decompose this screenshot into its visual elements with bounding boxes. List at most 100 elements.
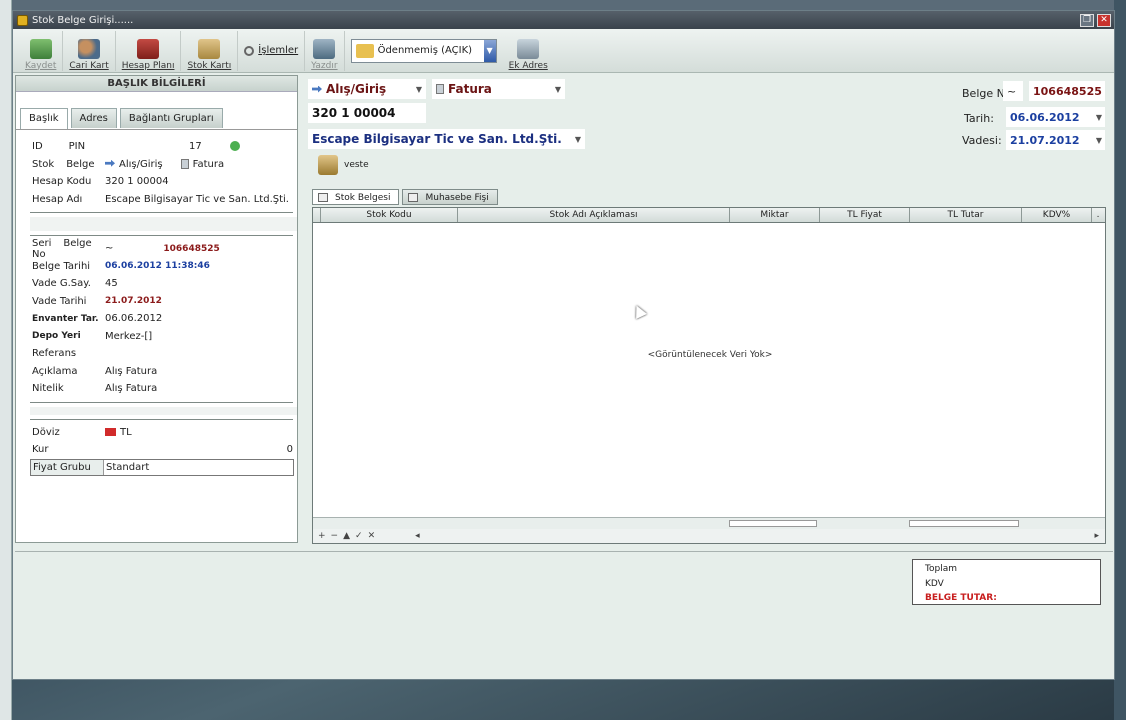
ek-adres-button[interactable]: Ek Adres — [503, 31, 554, 71]
account-name-field[interactable]: Escape Bilgisayar Tic ve San. Ltd.Şti. ▼ — [308, 129, 585, 149]
desktop-right-edge — [1114, 0, 1126, 720]
add-row-icon[interactable]: + — [318, 531, 326, 541]
up-icon[interactable]: ▲ — [343, 531, 350, 541]
doc-type-select[interactable]: Alış/Giriş ▼ — [308, 79, 426, 99]
left-tabs: Başlık Adres Bağlantı Grupları — [16, 92, 297, 130]
col-stok-kodu[interactable]: Stok Kodu — [321, 208, 458, 222]
stok-karti-label: Stok Kartı — [187, 60, 232, 71]
ek-adres-label: Ek Adres — [508, 60, 548, 71]
yazdir-button[interactable]: Yazdır — [305, 30, 345, 71]
col-kdv[interactable]: KDV% — [1022, 208, 1092, 222]
grid-tabs: Stok Belgesi Muhasebe Fişi — [312, 189, 501, 205]
stok-value: Alış/Giriş — [119, 158, 163, 170]
desktop-left-edge — [0, 0, 12, 720]
doviz-label: Döviz — [32, 426, 60, 438]
hesap-plani-button[interactable]: Hesap Planı — [116, 30, 182, 71]
aciklama-label: Açıklama — [32, 365, 78, 377]
tarih-field[interactable]: 06.06.2012 ▼ — [1006, 107, 1105, 127]
scroll-left-icon[interactable]: ◂ — [415, 531, 420, 541]
footer-area: Toplam KDV BELGE TUTAR: — [15, 551, 1113, 679]
grid-navigator: + − ▲ ✓ ✕ ◂ ▸ — [313, 529, 1105, 543]
kur-label: Kur — [32, 444, 49, 456]
row-envanter-tar: Envanter Tar. 06.06.2012 — [16, 310, 297, 328]
kur-value[interactable]: 0 — [105, 444, 297, 455]
belge-value: Fatura — [192, 158, 225, 170]
seri-value: ~ — [105, 243, 114, 255]
nitelik-label: Nitelik — [32, 383, 64, 395]
chevron-down-icon[interactable]: ▼ — [483, 39, 496, 62]
confirm-icon[interactable]: ✓ — [355, 531, 363, 541]
col-stok-adi[interactable]: Stok Adı Açıklaması — [458, 208, 730, 222]
tab-stok-belgesi[interactable]: Stok Belgesi — [312, 189, 400, 205]
account-code-field[interactable]: 320 1 00004 — [308, 103, 426, 123]
header-info-panel: BAŞLIK BİLGİLERİ Başlık Adres Bağlantı G… — [15, 75, 298, 543]
tab-muhasebe-fisi[interactable]: Muhasebe Fişi — [402, 189, 498, 205]
vade-gsay-label: Vade G.Say. — [32, 278, 91, 290]
veste-button[interactable]: veste — [318, 155, 369, 175]
col-miktar[interactable]: Miktar — [730, 208, 820, 222]
doviz-value[interactable]: TL — [120, 427, 132, 438]
yazdir-label: Yazdır — [311, 60, 338, 71]
tab-stok-belgesi-label: Stok Belgesi — [335, 193, 391, 203]
horizontal-scrollbar[interactable] — [313, 517, 1105, 529]
vadesi-value: 21.07.2012 — [1010, 133, 1080, 147]
col-tl-tutar[interactable]: TL Tutar — [910, 208, 1022, 222]
vade-tarihi-value: 21.07.2012 — [105, 296, 162, 307]
cari-kart-button[interactable]: Cari Kart — [63, 30, 116, 71]
col-tl-fiyat[interactable]: TL Fiyat — [820, 208, 910, 222]
vadesi-label: Vadesi: — [962, 134, 1002, 147]
row-belge-tarihi: Belge Tarihi 06.06.2012 11:38:46 — [16, 258, 297, 276]
id-value: 17 — [189, 141, 202, 153]
scrollbar-thumb[interactable] — [729, 520, 817, 527]
grid-header: Stok Kodu Stok Adı Açıklaması Miktar TL … — [313, 208, 1105, 223]
tab-baslik[interactable]: Başlık — [20, 108, 68, 129]
close-icon[interactable]: ✕ — [1097, 13, 1111, 27]
divider — [30, 212, 293, 213]
col-more[interactable]: . — [1092, 208, 1104, 222]
divider — [30, 235, 293, 236]
turkey-flag-icon — [105, 427, 116, 436]
users-icon — [78, 38, 101, 59]
pin-label: PIN — [68, 141, 86, 153]
scroll-right-icon[interactable]: ▸ — [1094, 531, 1099, 541]
row-hesap-kodu: Hesap Kodu 320 1 00004 — [16, 173, 297, 191]
row-vade-tarihi: Vade Tarihi 21.07.2012 — [16, 293, 297, 311]
tarih-value: 06.06.2012 — [1010, 110, 1080, 124]
panel-title: BAŞLIK BİLGİLERİ — [16, 76, 297, 92]
belge-no-field[interactable]: 106648525 — [1029, 81, 1105, 101]
payment-status-value: Ödenmemiş (AÇIK) — [377, 45, 473, 56]
restore-icon[interactable]: ❐ — [1080, 13, 1094, 27]
doc-kind-select[interactable]: Fatura ▼ — [432, 79, 565, 99]
toolbar: Kaydet Cari Kart Hesap Planı Stok Kartı … — [13, 29, 1114, 73]
row-doviz: Döviz TL — [16, 424, 297, 442]
nitelik-value[interactable]: Alış Fatura — [105, 383, 297, 394]
vadesi-field[interactable]: 21.07.2012 ▼ — [1006, 130, 1105, 150]
tab-baglanti-gruplari[interactable]: Bağlantı Grupları — [119, 108, 223, 128]
check-icon — [229, 141, 240, 152]
row-id-pin: ID PIN 17 — [16, 138, 297, 156]
payment-status-select[interactable]: Ödenmemiş (AÇIK) ▼ — [350, 38, 497, 63]
save-button[interactable]: Kaydet — [19, 30, 64, 71]
depo-yeri-value[interactable]: Merkez-[] — [105, 331, 297, 342]
cari-kart-label: Cari Kart — [69, 60, 109, 71]
aciklama-value[interactable]: Alış Fatura — [105, 366, 297, 377]
cancel-icon[interactable]: ✕ — [368, 531, 376, 541]
fiyat-grubu-label: Fiyat Grubu — [31, 459, 104, 475]
islemler-button[interactable]: İşlemler — [238, 30, 306, 71]
chevron-down-icon: ▼ — [415, 84, 422, 94]
hesap-plani-label: Hesap Planı — [121, 60, 175, 71]
scrollbar-thumb[interactable] — [909, 520, 1019, 527]
tab-adres[interactable]: Adres — [70, 108, 117, 128]
stock-items-grid[interactable]: Stok Kodu Stok Adı Açıklaması Miktar TL … — [312, 207, 1106, 544]
stok-karti-button[interactable]: Stok Kartı — [181, 30, 239, 71]
envanter-tar-label: Envanter Tar. — [32, 313, 99, 324]
fiyat-grubu-value[interactable]: Standart — [104, 462, 149, 473]
belge-no-prefix[interactable]: ~ — [1003, 81, 1023, 101]
title-bar: Stok Belge Girişi...... ❐ ✕ — [13, 11, 1114, 29]
document-area: Alış/Giriş ▼ Fatura ▼ 320 1 00004 Escape… — [308, 75, 1113, 545]
box-icon — [198, 38, 221, 59]
book-icon — [137, 38, 160, 59]
tarih-label: Tarih: — [964, 112, 994, 125]
delete-row-icon[interactable]: − — [331, 531, 339, 541]
document-icon — [436, 84, 444, 94]
